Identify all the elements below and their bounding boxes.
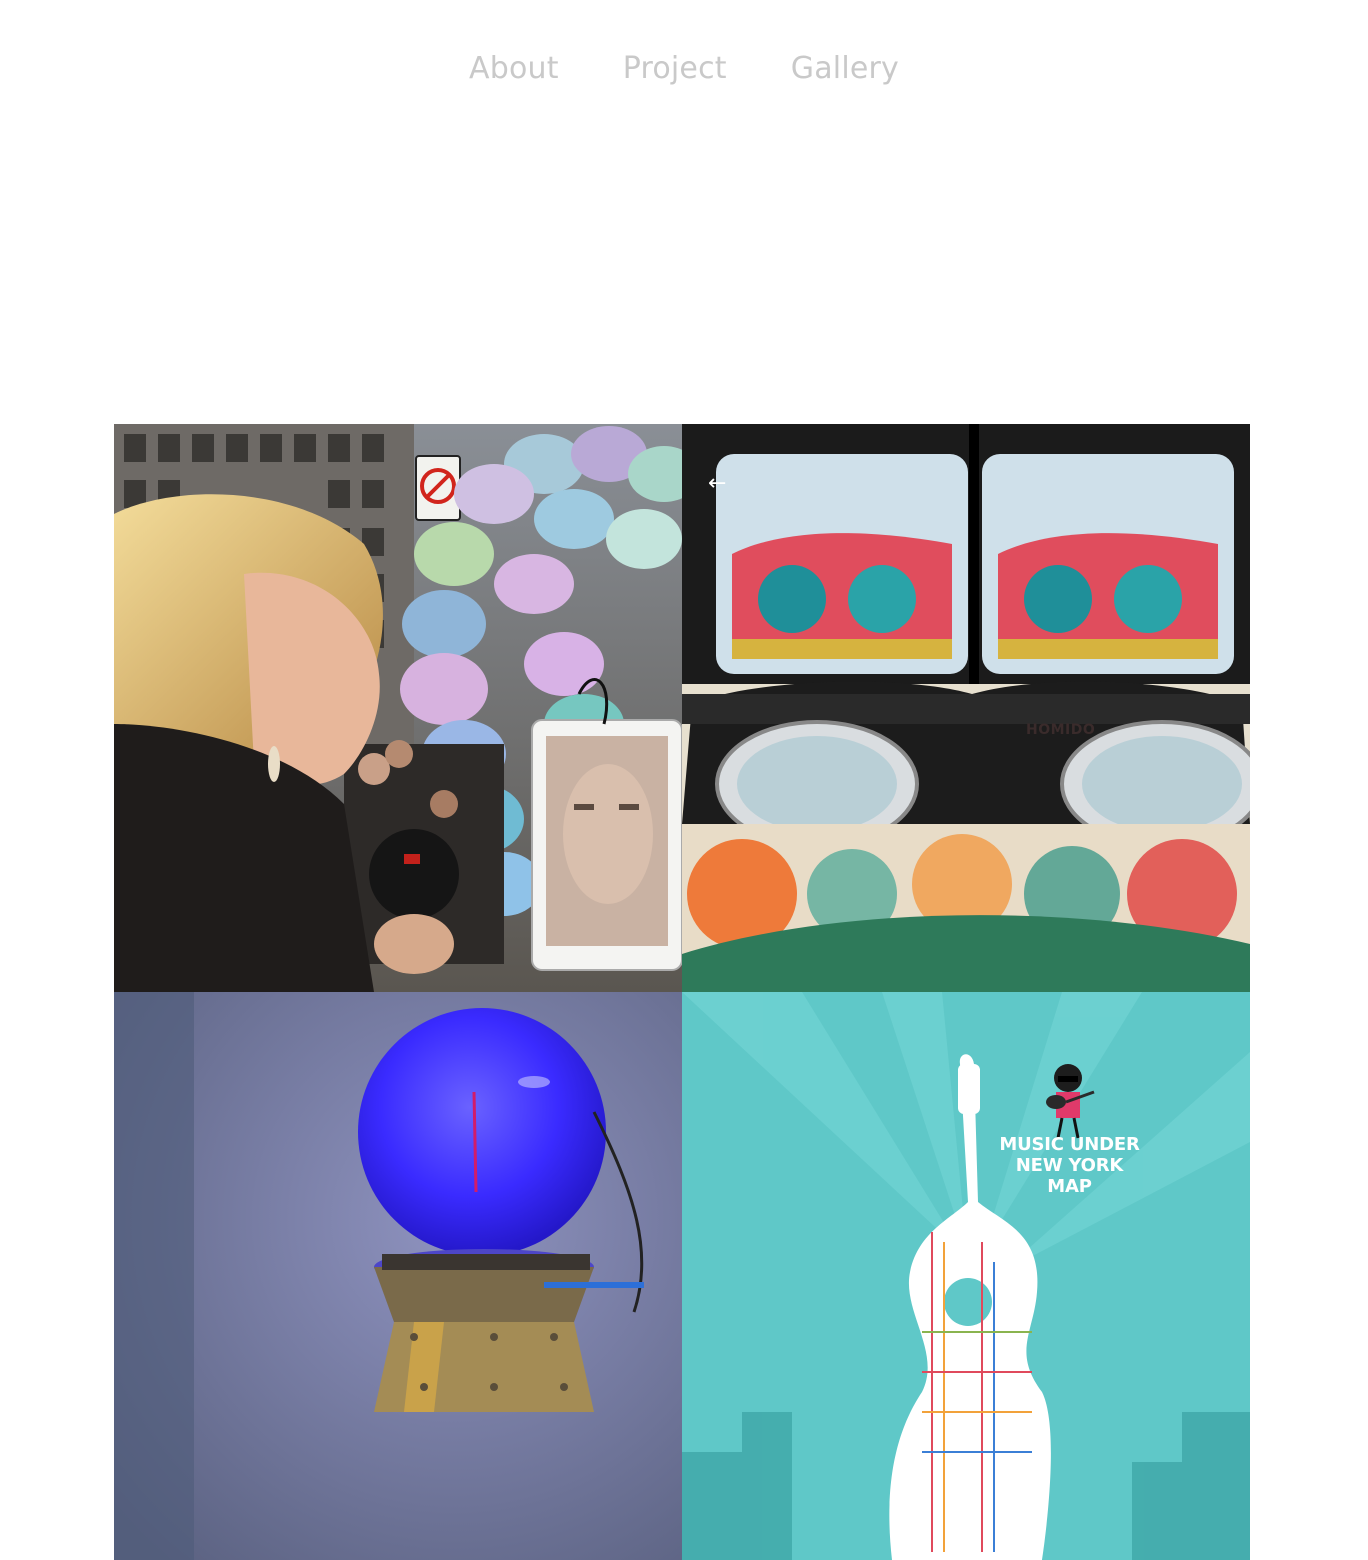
gallery-tile-vr-headset[interactable]: ← HOMIDO <box>682 424 1250 992</box>
gallery-tile-glowing-orb[interactable] <box>114 992 682 1560</box>
cup-installation-image <box>114 424 682 992</box>
poster-title-line: NEW YORK <box>1015 1155 1124 1176</box>
gallery-tile-cup-installation[interactable] <box>114 424 682 992</box>
top-navigation: About Project Gallery <box>0 44 1368 92</box>
nav-about-link[interactable]: About <box>469 51 559 86</box>
headset-brand-label: HOMIDO <box>1026 722 1096 738</box>
vr-headset-image: ← <box>682 424 1250 992</box>
music-map-poster-image <box>682 992 1250 1560</box>
poster-title-line: MUSIC UNDER <box>999 1134 1140 1155</box>
gallery-tile-music-map-poster[interactable]: MUSIC UNDER NEW YORK MAP <box>682 992 1250 1560</box>
svg-text:←: ← <box>708 471 726 496</box>
nav-project-link[interactable]: Project <box>623 51 727 86</box>
poster-title: MUSIC UNDER NEW YORK MAP <box>982 1134 1157 1197</box>
poster-title-line: MAP <box>1047 1176 1092 1197</box>
nav-gallery-link[interactable]: Gallery <box>791 51 899 86</box>
project-gallery-grid: ← HOMIDO MUSIC UNDER NEW YORK MAP <box>114 424 1250 1560</box>
glowing-orb-image <box>114 992 682 1560</box>
